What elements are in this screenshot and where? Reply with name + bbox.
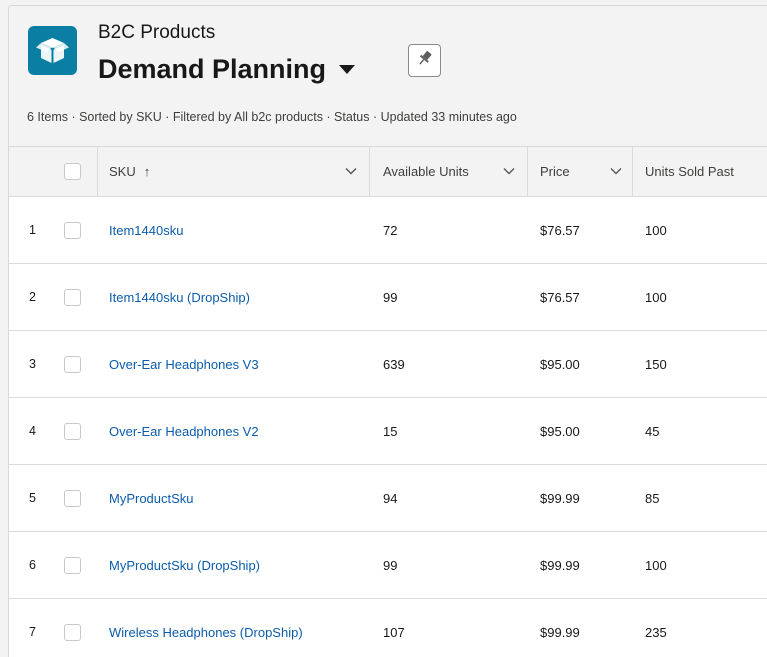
row-checkbox[interactable] xyxy=(64,624,81,641)
arrow-up-icon: ↑ xyxy=(143,164,151,179)
pin-button[interactable] xyxy=(408,44,441,77)
sku-link[interactable]: Item1440sku (DropShip) xyxy=(109,264,250,330)
column-label-sku: SKU xyxy=(109,164,136,179)
sku-link[interactable]: Over-Ear Headphones V2 xyxy=(109,398,259,464)
row-number: 7 xyxy=(29,625,36,639)
available-units-cell: 99 xyxy=(383,289,398,305)
price-cell: $99.99 xyxy=(540,557,580,573)
units-sold-cell: 235 xyxy=(645,624,667,640)
caret-down-icon[interactable] xyxy=(338,59,358,79)
available-units-cell: 72 xyxy=(383,222,398,238)
available-units-cell: 94 xyxy=(383,490,398,506)
column-header-price[interactable]: Price xyxy=(540,147,570,196)
table-header: SKU ↑ Available Units Price Units Sold P… xyxy=(9,147,767,197)
row-checkbox[interactable] xyxy=(64,423,81,440)
row-number: 5 xyxy=(29,491,36,505)
list-view-meta: 6 Items · Sorted by SKU · Filtered by Al… xyxy=(27,110,517,124)
available-units-cell: 99 xyxy=(383,557,398,573)
price-cell: $76.57 xyxy=(540,289,580,305)
column-label-units-sold-past: Units Sold Past xyxy=(645,164,734,179)
table-row: 7 Wireless Headphones (DropShip) 107 $99… xyxy=(9,599,767,657)
sku-link[interactable]: MyProductSku (DropShip) xyxy=(109,532,260,598)
row-checkbox[interactable] xyxy=(64,490,81,507)
page-title: Demand Planning xyxy=(98,53,327,84)
column-divider xyxy=(97,147,98,196)
select-all-checkbox[interactable] xyxy=(64,163,81,180)
units-sold-cell: 100 xyxy=(645,289,667,305)
table-row: 6 MyProductSku (DropShip) 99 $99.99 100 xyxy=(9,532,767,599)
row-number: 3 xyxy=(29,357,36,371)
chevron-down-icon[interactable] xyxy=(502,164,516,178)
column-header-available-units[interactable]: Available Units xyxy=(383,147,469,196)
units-sold-cell: 45 xyxy=(645,423,660,439)
table-row: 3 Over-Ear Headphones V3 639 $95.00 150 xyxy=(9,331,767,398)
list-view-header: B2C Products Demand Planning 6 Items · S… xyxy=(9,6,767,147)
row-number: 1 xyxy=(29,223,36,237)
units-sold-cell: 100 xyxy=(645,222,667,238)
sku-link[interactable]: MyProductSku xyxy=(109,465,194,531)
object-label: B2C Products xyxy=(98,22,216,43)
column-divider xyxy=(632,147,633,196)
table-row: 4 Over-Ear Headphones V2 15 $95.00 45 xyxy=(9,398,767,465)
price-cell: $99.99 xyxy=(540,490,580,506)
sku-link[interactable]: Item1440sku xyxy=(109,197,183,263)
price-cell: $99.99 xyxy=(540,624,580,640)
units-sold-cell: 150 xyxy=(645,356,667,372)
chevron-down-icon[interactable] xyxy=(609,164,623,178)
title-area: Demand Planning xyxy=(98,52,358,86)
row-checkbox[interactable] xyxy=(64,222,81,239)
column-header-units-sold-past[interactable]: Units Sold Past xyxy=(645,147,734,196)
price-cell: $95.00 xyxy=(540,356,580,372)
chevron-down-icon[interactable] xyxy=(344,164,358,178)
units-sold-cell: 100 xyxy=(645,557,667,573)
sku-link[interactable]: Over-Ear Headphones V3 xyxy=(109,331,259,397)
column-divider xyxy=(369,147,370,196)
price-cell: $76.57 xyxy=(540,222,580,238)
row-number: 6 xyxy=(29,558,36,572)
column-label-available-units: Available Units xyxy=(383,164,469,179)
available-units-cell: 639 xyxy=(383,356,405,372)
column-label-price: Price xyxy=(540,164,570,179)
box-icon xyxy=(28,26,77,75)
available-units-cell: 15 xyxy=(383,423,398,439)
units-sold-cell: 85 xyxy=(645,490,660,506)
pin-icon xyxy=(416,49,434,72)
available-units-cell: 107 xyxy=(383,624,405,640)
row-checkbox[interactable] xyxy=(64,557,81,574)
row-number: 2 xyxy=(29,290,36,304)
table-row: 2 Item1440sku (DropShip) 99 $76.57 100 xyxy=(9,264,767,331)
row-checkbox[interactable] xyxy=(64,356,81,373)
table-row: 1 Item1440sku 72 $76.57 100 xyxy=(9,197,767,264)
row-checkbox[interactable] xyxy=(64,289,81,306)
table-row: 5 MyProductSku 94 $99.99 85 xyxy=(9,465,767,532)
row-number: 4 xyxy=(29,424,36,438)
price-cell: $95.00 xyxy=(540,423,580,439)
sku-link[interactable]: Wireless Headphones (DropShip) xyxy=(109,599,303,657)
list-view-card: B2C Products Demand Planning 6 Items · S… xyxy=(8,5,767,657)
column-header-sku[interactable]: SKU ↑ xyxy=(109,147,150,196)
column-divider xyxy=(527,147,528,196)
